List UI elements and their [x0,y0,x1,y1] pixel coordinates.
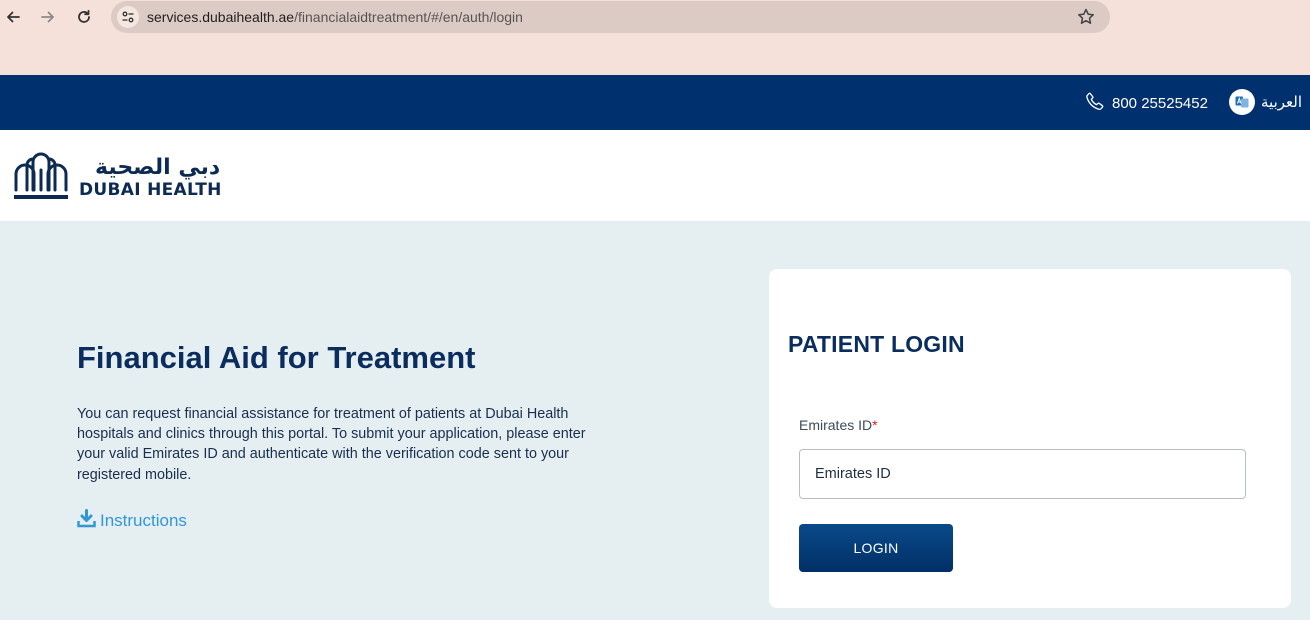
browser-toolbar: services.dubaihealth.ae/financialaidtrea… [0,0,1310,75]
language-label: العربية [1261,94,1302,111]
address-bar[interactable]: services.dubaihealth.ae/financialaidtrea… [111,1,1110,33]
emirates-id-label-text: Emirates ID [799,417,873,433]
language-switch[interactable]: العربية [1229,89,1302,115]
forward-arrow-icon[interactable] [37,6,59,28]
phone-icon [1085,91,1105,115]
reload-icon[interactable] [73,6,95,28]
url-path: /financialaidtreatment/#/en/auth/login [294,9,523,25]
phone-number: 800 25525452 [1112,94,1208,112]
url-text[interactable]: services.dubaihealth.ae/financialaidtrea… [147,9,523,25]
emirates-id-input[interactable] [799,449,1246,499]
page-title: Financial Aid for Treatment [77,340,476,375]
logo-arabic-text: دبي الصحية [95,154,221,180]
translate-icon [1229,89,1255,115]
logo-text: دبي الصحية DUBAI HEALTH [79,154,222,200]
back-arrow-icon[interactable] [2,6,24,28]
download-icon [77,509,96,533]
logo-english-text: DUBAI HEALTH [79,179,222,200]
login-button[interactable]: LOGIN [799,524,953,572]
dubai-health-logo[interactable]: دبي الصحية DUBAI HEALTH [13,148,222,207]
login-title: PATIENT LOGIN [788,331,965,357]
emirates-id-label: Emirates ID* [799,417,878,433]
bookmark-star-icon[interactable] [1076,7,1096,27]
logo-bar: دبي الصحية DUBAI HEALTH [0,130,1310,221]
top-header: 800 25525452 العربية [0,75,1310,130]
phone-link[interactable]: 800 25525452 [1085,91,1208,115]
login-card: PATIENT LOGIN Emirates ID* LOGIN [769,269,1291,608]
instructions-download-link[interactable]: Instructions [77,509,187,533]
site-info-icon[interactable] [117,6,139,28]
instructions-label: Instructions [100,511,187,530]
required-marker: * [872,417,878,433]
intro-description: You can request financial assistance for… [77,406,586,483]
url-host: services.dubaihealth.ae [147,9,295,25]
dubai-health-emblem-icon [13,148,69,207]
